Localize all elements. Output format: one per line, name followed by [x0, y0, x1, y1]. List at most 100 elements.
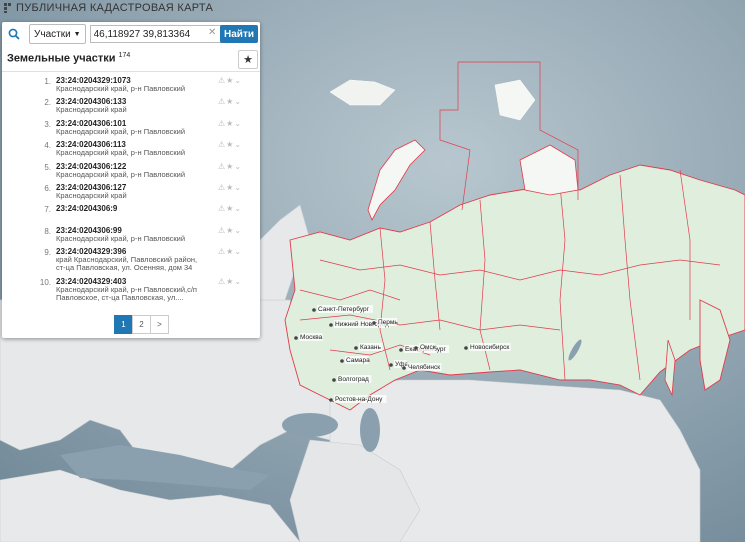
city-dot	[354, 346, 358, 350]
result-item[interactable]: 3. 23:24:0204306:101 Краснодарский край, р…	[2, 118, 260, 139]
city-label: Ростов-на-Дону	[335, 396, 383, 403]
divider	[2, 71, 260, 72]
chevron-down-icon[interactable]: ⌄	[234, 162, 242, 171]
result-item[interactable]: 2. 23:24:0204306:133 Краснодарский край ⚠★⌄	[2, 96, 260, 117]
city-dot	[389, 363, 393, 367]
warning-icon[interactable]: ⚠	[218, 162, 226, 171]
result-address-line: Краснодарский край	[56, 105, 127, 115]
warning-icon[interactable]: ⚠	[218, 183, 226, 192]
result-actions: ⚠★⌄	[218, 226, 242, 235]
chevron-down-icon[interactable]: ⌄	[234, 247, 242, 256]
city-label: Уфа	[395, 361, 408, 368]
result-address: Краснодарский край, р-н Павловский	[56, 233, 186, 243]
city-marker[interactable]: Новосибирск	[464, 343, 511, 351]
result-address: Краснодарский край, р-н Павловский	[56, 126, 186, 136]
app-title: ПУБЛИЧНАЯ КАДАСТРОВАЯ КАРТА	[4, 2, 213, 14]
result-item[interactable]: 9. 23:24:0204329:396 край Краснодарский, П…	[2, 246, 260, 276]
city-label: Омск	[420, 344, 436, 351]
warning-icon[interactable]: ⚠	[218, 97, 226, 106]
city-label: Новосибирск	[470, 343, 509, 351]
chevron-down-icon[interactable]: ⌄	[234, 140, 242, 149]
result-number: 2.	[44, 98, 51, 108]
result-item[interactable]: 6. 23:24:0204306:127 Краснодарский край ⚠★⌄	[2, 182, 260, 203]
result-actions: ⚠★⌄	[218, 140, 242, 149]
warning-icon[interactable]: ⚠	[218, 277, 226, 286]
results-title: Земельные участки	[7, 52, 116, 65]
city-marker[interactable]: Челябинск	[402, 363, 442, 371]
results-count: 174	[118, 52, 131, 59]
city-marker[interactable]: Ростов-на-Дону	[329, 395, 387, 403]
chevron-down-icon[interactable]: ⌄	[234, 183, 242, 192]
result-number: 1.	[44, 77, 51, 86]
warning-icon[interactable]: ⚠	[218, 76, 226, 85]
result-number: 6.	[44, 183, 51, 193]
favorites-star-icon[interactable]: ★	[238, 50, 258, 69]
chevron-down-icon[interactable]: ⌄	[234, 119, 242, 128]
caspian-sea	[360, 408, 380, 452]
object-type-select[interactable]: Участки ▼	[29, 24, 86, 44]
coordinates-input[interactable]	[89, 25, 226, 43]
warning-icon[interactable]: ⚠	[218, 119, 226, 128]
city-dot	[399, 348, 403, 352]
city-marker[interactable]: Волгоград	[332, 375, 372, 383]
results-list: 1. 23:24:0204329:1073 Краснодарский край, …	[2, 75, 260, 306]
city-dot	[340, 359, 344, 363]
warning-icon[interactable]: ⚠	[218, 140, 226, 149]
cadastral-number[interactable]: 23:24:0204306:9	[56, 204, 117, 213]
city-dot	[329, 398, 333, 402]
city-dot	[464, 346, 468, 350]
result-address: Краснодарский край	[56, 191, 127, 200]
black-sea	[282, 413, 338, 437]
app-title-text: ПУБЛИЧНАЯ КАДАСТРОВАЯ КАРТА	[16, 2, 214, 14]
page-button-1[interactable]: 1	[114, 315, 133, 334]
result-actions: ⚠★⌄	[218, 183, 242, 192]
result-address-line: Краснодарский край, р-н Павловский	[56, 126, 186, 136]
warning-icon[interactable]: ⚠	[218, 247, 226, 256]
result-address: Краснодарский край, р-н Павловский	[56, 148, 186, 158]
result-item[interactable]: 5. 23:24:0204306:122 Краснодарский край, р…	[2, 161, 260, 182]
warning-icon[interactable]: ⚠	[218, 226, 226, 235]
result-address-line: Павловское, ст-ца Павловская, ул....	[56, 293, 184, 303]
result-number: 8.	[44, 226, 51, 236]
result-actions: ⚠★⌄	[218, 162, 242, 171]
result-item[interactable]: 8. 23:24:0204306:99 Краснодарский край, р-…	[2, 225, 260, 246]
result-address-line: Краснодарский край, р-н Павловский	[56, 233, 186, 243]
chevron-down-icon: ▼	[73, 30, 81, 38]
result-item[interactable]: 7. 23:24:0204306:9 ⚠★⌄	[2, 203, 260, 224]
warning-icon[interactable]: ⚠	[218, 204, 226, 213]
chevron-down-icon[interactable]: ⌄	[234, 204, 242, 213]
result-address: край Краснодарский, Павловский район, ст-…	[56, 255, 197, 273]
result-item[interactable]: 10. 23:24:0204329:403 Краснодарский край, …	[2, 276, 260, 306]
clear-icon[interactable]: ✕	[208, 27, 216, 38]
chevron-down-icon[interactable]: ⌄	[234, 97, 242, 106]
city-label: Волгоград	[338, 376, 369, 383]
page-button-2[interactable]: 2	[132, 315, 151, 334]
result-address: Краснодарский край	[56, 105, 127, 115]
result-address: Краснодарский край, р-н Павловский,с/п Па…	[56, 285, 197, 303]
city-label: Казань	[360, 344, 382, 351]
city-dot	[402, 366, 406, 370]
search-panel: Участки ▼ ✕ Найти Земельные участки 174 …	[2, 22, 260, 338]
result-number: 4.	[44, 141, 51, 151]
find-button[interactable]: Найти	[220, 25, 258, 43]
result-number: 10.	[39, 278, 51, 288]
result-address-line: Краснодарский край, р-н Павловский	[56, 169, 186, 179]
result-number: 7.	[44, 205, 51, 215]
result-actions: ⚠★⌄	[218, 76, 242, 85]
next-page-button[interactable]: >	[150, 315, 169, 334]
result-actions: ⚠★⌄	[218, 277, 242, 286]
city-dot	[414, 346, 418, 350]
chevron-down-icon[interactable]: ⌄	[234, 277, 242, 286]
chevron-down-icon[interactable]: ⌄	[234, 76, 242, 85]
result-number: 9.	[44, 248, 51, 258]
chevron-down-icon[interactable]: ⌄	[234, 226, 242, 235]
result-item[interactable]: 4. 23:24:0204306:113 Краснодарский край, р…	[2, 139, 260, 160]
result-address: Краснодарский край, р-н Павловский	[56, 169, 186, 179]
city-label: Санкт-Петербург	[318, 305, 370, 313]
result-item[interactable]: 1. 23:24:0204329:1073 Краснодарский край, …	[2, 75, 260, 96]
city-marker[interactable]: Санкт-Петербург	[312, 305, 373, 313]
object-type-label: Участки	[34, 28, 71, 40]
result-address-line: Краснодарский край, р-н Павловский	[56, 148, 186, 158]
city-dot	[332, 378, 336, 382]
search-icon[interactable]	[2, 22, 26, 46]
